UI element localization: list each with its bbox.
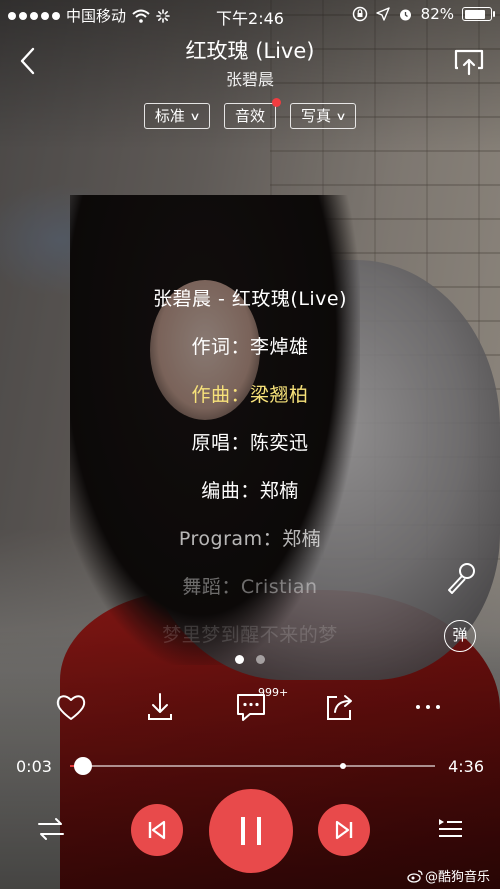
photo-mode-select-button[interactable]: 写真 ∨ <box>290 103 357 129</box>
sound-effect-label: 音效 <box>234 106 265 125</box>
lyric-line: 作词：李焯雄 <box>191 336 309 358</box>
playlist-icon[interactable] <box>436 815 464 843</box>
battery-percent: 82% <box>420 5 454 23</box>
watermark-text: @酷狗音乐 <box>424 870 490 885</box>
cast-screen-icon[interactable] <box>452 46 486 78</box>
previous-button[interactable] <box>131 804 183 856</box>
more-icon[interactable] <box>410 690 446 724</box>
lyric-line: 原唱：陈奕迅 <box>191 432 309 454</box>
lyric-line: 张碧晨 - 红玫瑰(Live) <box>152 288 348 310</box>
weibo-watermark: @酷狗音乐 <box>407 866 490 885</box>
battery-icon <box>462 7 495 21</box>
battery-level-fill <box>464 9 485 19</box>
microphone-icon[interactable] <box>443 560 479 596</box>
lock-rotation-icon <box>352 6 367 22</box>
weibo-logo-icon <box>407 869 423 883</box>
lyric-line: 编曲：郑楠 <box>201 480 299 502</box>
total-time: 4:36 <box>448 757 484 776</box>
lyric-line: 舞蹈：Cristian <box>182 576 318 598</box>
quality-label: 标准 <box>154 106 185 125</box>
location-icon <box>375 7 390 21</box>
photo-mode-label: 写真 <box>301 106 332 125</box>
artist-name[interactable]: 张碧晨 <box>0 66 500 90</box>
download-icon[interactable] <box>142 690 178 724</box>
song-title: 红玫瑰 (Live) <box>185 39 315 63</box>
heart-icon[interactable] <box>53 690 89 724</box>
progress-slider[interactable] <box>70 757 435 775</box>
share-icon[interactable] <box>322 690 358 724</box>
status-bar: 中国移动 下午2:46 82% <box>0 0 500 30</box>
skip-previous-icon <box>148 820 166 840</box>
lyric-line: 作曲：梁翘柏 <box>191 384 309 406</box>
skip-next-icon <box>335 820 353 840</box>
page-dot <box>256 655 265 664</box>
lyric-line: 梦里梦到醒不来的梦 <box>162 624 338 646</box>
page-dot-active <box>235 655 244 664</box>
buffer-marker <box>340 763 346 769</box>
chevron-down-icon: ∨ <box>335 109 347 123</box>
sound-effect-button[interactable]: 音效 <box>223 98 281 129</box>
lyric-line: Program：郑楠 <box>178 528 322 550</box>
danmu-toggle-button[interactable]: 弹 <box>444 620 476 652</box>
quality-select-button[interactable]: 标准 ∨ <box>143 103 210 129</box>
chevron-down-icon: ∨ <box>189 109 201 123</box>
alarm-icon <box>399 9 411 20</box>
shuffle-mode-icon[interactable] <box>36 815 66 843</box>
page-indicator <box>0 655 500 664</box>
notification-dot <box>272 98 281 107</box>
next-button[interactable] <box>318 804 370 856</box>
pause-button[interactable] <box>209 789 293 873</box>
comment-count-badge: 999+ <box>258 686 289 699</box>
pause-icon <box>241 817 261 845</box>
progress-thumb[interactable] <box>74 757 92 775</box>
current-time: 0:03 <box>16 757 52 776</box>
